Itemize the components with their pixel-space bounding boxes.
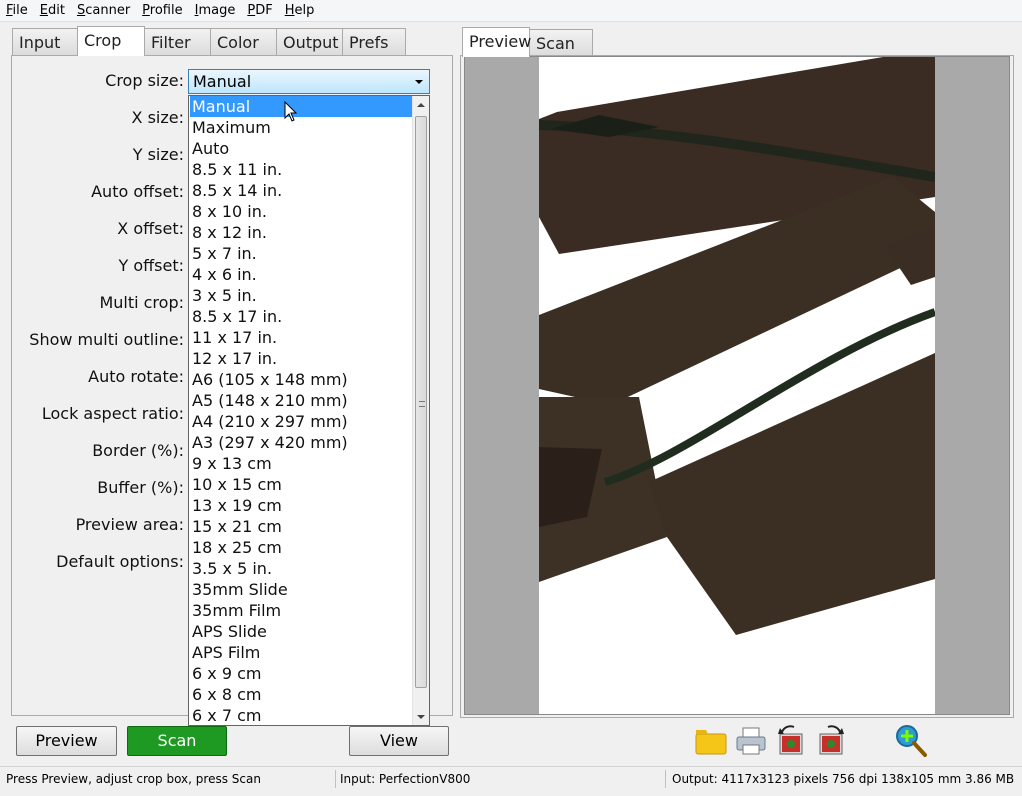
crop-size-option[interactable]: 8 x 12 in. <box>190 222 412 243</box>
menu-bar: File Edit Scanner Profile Image PDF Help <box>0 0 1022 22</box>
crop-size-option[interactable]: 8.5 x 17 in. <box>190 306 412 327</box>
menu-edit[interactable]: Edit <box>34 1 71 21</box>
menu-file[interactable]: File <box>0 1 34 21</box>
crop-size-option[interactable]: 6 x 8 cm <box>190 684 412 705</box>
crop-size-label: Crop size: <box>105 71 184 90</box>
printer-icon[interactable] <box>734 724 768 758</box>
scroll-down-icon[interactable] <box>417 715 425 719</box>
crop-size-option[interactable]: A5 (148 x 210 mm) <box>190 390 412 411</box>
crop-size-option[interactable]: APS Slide <box>190 621 412 642</box>
crop-size-value: Manual <box>193 72 252 91</box>
crop-size-option[interactable]: A3 (297 x 420 mm) <box>190 432 412 453</box>
crop-size-option[interactable]: 13 x 19 cm <box>190 495 412 516</box>
preview-area-label: Preview area: <box>75 515 184 534</box>
crop-size-select[interactable]: Manual <box>188 69 430 94</box>
crop-size-option[interactable]: 6 x 9 cm <box>190 663 412 684</box>
folder-icon[interactable] <box>694 724 728 758</box>
menu-pdf[interactable]: PDF <box>241 1 278 21</box>
crop-size-option[interactable]: 12 x 17 in. <box>190 348 412 369</box>
crop-size-option[interactable]: 18 x 25 cm <box>190 537 412 558</box>
tab-crop[interactable]: Crop <box>77 26 145 56</box>
status-output: Output: 4117x3123 pixels 756 dpi 138x105… <box>672 772 1015 786</box>
x-size-label: X size: <box>131 108 184 127</box>
mouse-cursor-icon <box>284 101 298 122</box>
crop-size-option[interactable]: A4 (210 x 297 mm) <box>190 411 412 432</box>
preview-button[interactable]: Preview <box>16 726 117 756</box>
tab-output[interactable]: Output <box>276 28 343 55</box>
y-size-label: Y size: <box>132 145 184 164</box>
rotate-left-icon[interactable] <box>774 724 808 758</box>
status-bar: Press Preview, adjust crop box, press Sc… <box>0 766 1022 790</box>
menu-scanner[interactable]: Scanner <box>71 1 136 21</box>
rotate-right-icon[interactable] <box>814 724 848 758</box>
status-hint: Press Preview, adjust crop box, press Sc… <box>0 770 336 788</box>
menu-profile[interactable]: Profile <box>136 1 188 21</box>
crop-size-dropdown-list[interactable]: Manual Maximum Auto 8.5 x 11 in. 8.5 x 14 in… <box>188 95 430 726</box>
lock-aspect-ratio-label: Lock aspect ratio: <box>41 404 184 423</box>
crop-size-option[interactable]: APS Film <box>190 642 412 663</box>
auto-rotate-label: Auto rotate: <box>88 367 184 386</box>
crop-size-option[interactable]: Auto <box>190 138 412 159</box>
scroll-up-icon[interactable] <box>417 103 425 107</box>
crop-size-option[interactable]: 11 x 17 in. <box>190 327 412 348</box>
status-input: Input: PerfectionV800 <box>334 770 666 788</box>
crop-size-option[interactable]: 35mm Slide <box>190 579 412 600</box>
crop-size-option[interactable]: 8.5 x 11 in. <box>190 159 412 180</box>
chevron-down-icon <box>415 80 423 84</box>
show-multi-outline-label: Show multi outline: <box>29 330 184 349</box>
preview-canvas[interactable] <box>464 56 1010 715</box>
scan-button[interactable]: Scan <box>127 726 227 756</box>
menu-image[interactable]: Image <box>189 1 242 21</box>
zoom-in-icon[interactable] <box>894 724 928 758</box>
crop-size-option[interactable]: 9 x 13 cm <box>190 453 412 474</box>
tab-filter[interactable]: Filter <box>144 28 211 55</box>
tab-color[interactable]: Color <box>210 28 277 55</box>
x-offset-label: X offset: <box>117 219 184 238</box>
crop-size-option[interactable]: 3 x 5 in. <box>190 285 412 306</box>
dropdown-scrollbar[interactable] <box>412 96 429 725</box>
multi-crop-label: Multi crop: <box>99 293 184 312</box>
crop-size-option[interactable]: 15 x 21 cm <box>190 516 412 537</box>
buffer-label: Buffer (%): <box>97 478 184 497</box>
menu-help[interactable]: Help <box>279 1 321 21</box>
crop-size-option[interactable]: Maximum <box>190 117 412 138</box>
crop-size-option[interactable]: Manual <box>190 96 412 117</box>
preview-image <box>538 57 937 714</box>
view-button[interactable]: View <box>349 726 449 756</box>
default-options-label: Default options: <box>56 552 184 571</box>
crop-size-option[interactable]: 3.5 x 5 in. <box>190 558 412 579</box>
tab-input[interactable]: Input <box>12 28 78 55</box>
crop-size-option[interactable]: 10 x 15 cm <box>190 474 412 495</box>
auto-offset-label: Auto offset: <box>91 182 184 201</box>
crop-size-option[interactable]: A6 (105 x 148 mm) <box>190 369 412 390</box>
y-offset-label: Y offset: <box>118 256 184 275</box>
crop-size-option[interactable]: 5 x 7 in. <box>190 243 412 264</box>
scroll-thumb[interactable] <box>415 116 427 688</box>
tab-prefs[interactable]: Prefs <box>342 28 406 55</box>
crop-size-option[interactable]: 6 x 7 cm <box>190 705 412 725</box>
crop-size-option[interactable]: 35mm Film <box>190 600 412 621</box>
border-label: Border (%): <box>92 441 184 460</box>
tab-preview[interactable]: Preview <box>462 27 531 57</box>
tab-scan[interactable]: Scan <box>529 29 593 56</box>
crop-size-option[interactable]: 8 x 10 in. <box>190 201 412 222</box>
crop-size-option[interactable]: 4 x 6 in. <box>190 264 412 285</box>
crop-size-option[interactable]: 8.5 x 14 in. <box>190 180 412 201</box>
